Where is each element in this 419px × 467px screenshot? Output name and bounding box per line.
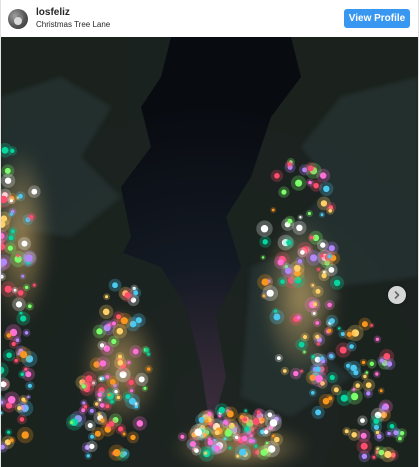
next-photo-button[interactable] <box>388 286 406 304</box>
post-photo[interactable] <box>1 37 418 467</box>
avatar[interactable] <box>8 8 28 29</box>
instagram-embed: losfeliz Christmas Tree Lane View Profil… <box>0 0 419 467</box>
username[interactable]: losfeliz <box>36 7 110 19</box>
christmas-lights-photo <box>1 37 418 467</box>
chevron-right-icon <box>394 291 400 299</box>
user-info: losfeliz Christmas Tree Lane <box>36 7 110 30</box>
view-profile-button[interactable]: View Profile <box>344 9 410 28</box>
location[interactable]: Christmas Tree Lane <box>36 20 110 30</box>
post-header: losfeliz Christmas Tree Lane View Profil… <box>1 0 418 37</box>
